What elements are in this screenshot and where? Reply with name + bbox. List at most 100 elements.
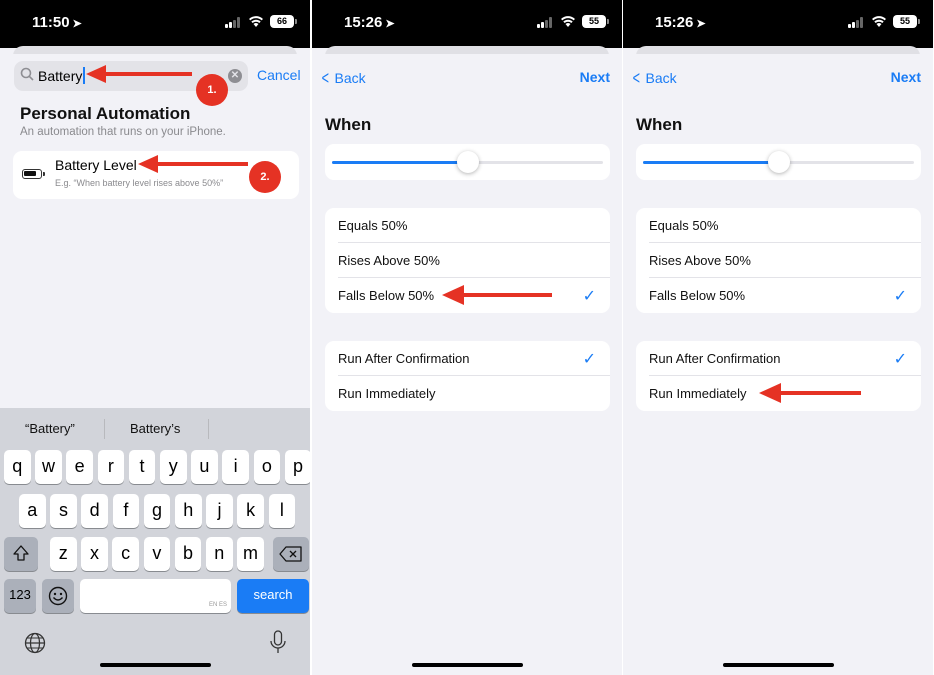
slider-thumb[interactable] [767, 151, 790, 173]
cancel-button[interactable]: Cancel [257, 67, 301, 83]
status-bar: 15:26 ➤ 55 [623, 0, 933, 48]
battery-status: 55 [893, 15, 920, 28]
suggestion-item[interactable]: “Battery” [25, 421, 75, 436]
key-z[interactable]: z [50, 537, 77, 571]
home-indicator [412, 663, 523, 667]
globe-icon[interactable] [24, 632, 46, 654]
wifi-icon [249, 16, 263, 27]
key-w[interactable]: w [35, 450, 62, 484]
key-n[interactable]: n [206, 537, 233, 571]
when-sheet: < Back Next When Equals 50% Rises Above 5… [312, 54, 622, 675]
key-j[interactable]: j [206, 494, 233, 528]
key-g[interactable]: g [143, 494, 171, 528]
location-icon: ➤ [696, 18, 706, 30]
cellular-signal-icon [848, 17, 865, 28]
condition-rises-above[interactable]: Rises Above 50% [636, 243, 921, 278]
condition-falls-below[interactable]: Falls Below 50% ✓ [636, 278, 921, 313]
key-y[interactable]: y [160, 450, 187, 484]
step-badge-1: 1. [196, 74, 228, 106]
key-b[interactable]: b [174, 537, 202, 571]
slider-fill [643, 161, 779, 164]
home-indicator [723, 663, 834, 667]
back-button[interactable]: < Back [631, 68, 677, 89]
key-m[interactable]: m [237, 537, 264, 571]
status-time: 11:50 ➤ [32, 14, 82, 31]
keyboard: “Battery” Battery’s qwertyuiop asdfghjkl z… [0, 408, 310, 675]
wifi-icon [561, 16, 575, 27]
key-a[interactable]: a [19, 494, 46, 528]
search-input: Battery [38, 67, 86, 85]
run-after-confirmation[interactable]: Run After Confirmation ✓ [325, 341, 610, 376]
suggestion-divider [208, 419, 209, 439]
key-u[interactable]: u [191, 450, 218, 484]
shift-key[interactable] [4, 537, 38, 571]
cellular-signal-icon [225, 17, 242, 28]
section-subtitle: An automation that runs on your iPhone. [20, 126, 226, 138]
key-e[interactable]: e [66, 450, 93, 484]
numbers-key[interactable]: 123 [4, 579, 36, 613]
run-immediately[interactable]: Run Immediately [325, 376, 610, 411]
key-l[interactable]: l [268, 494, 296, 528]
space-key[interactable]: EN ES [80, 579, 231, 613]
clear-search-icon[interactable]: ✕ [228, 69, 242, 83]
suggestion-divider [104, 419, 105, 439]
status-bar: 15:26 ➤ 55 [312, 0, 622, 48]
annotation-arrow [442, 285, 552, 305]
key-h[interactable]: h [175, 494, 202, 528]
checkmark-icon: ✓ [893, 351, 907, 368]
when-sheet: < Back Next When Equals 50% Rises Above 5… [623, 54, 933, 675]
status-time: 15:26 ➤ [655, 14, 706, 31]
result-title: Battery Level [55, 157, 137, 173]
key-k[interactable]: k [237, 494, 264, 528]
annotation-arrow-2 [138, 155, 248, 173]
status-bar: 11:50 ➤ 66 [0, 0, 310, 48]
condition-equals[interactable]: Equals 50% [325, 208, 610, 243]
key-c[interactable]: c [112, 537, 139, 571]
battery-level-slider[interactable] [636, 144, 921, 180]
battery-icon [22, 169, 45, 179]
screenshot-search-automation: 11:50 ➤ 66 Battery ✕ Cancel Personal Auto… [0, 0, 310, 675]
key-o[interactable]: o [253, 450, 281, 484]
status-time: 15:26 ➤ [344, 14, 395, 31]
section-title: Personal Automation [20, 104, 191, 123]
key-x[interactable]: x [81, 537, 108, 571]
checkmark-icon: ✓ [582, 351, 596, 368]
condition-rises-above[interactable]: Rises Above 50% [325, 243, 610, 278]
key-r[interactable]: r [97, 450, 125, 484]
chevron-left-icon: < [321, 68, 329, 88]
when-heading: When [325, 115, 372, 134]
run-after-confirmation[interactable]: Run After Confirmation ✓ [636, 341, 921, 376]
chevron-left-icon: < [632, 68, 640, 88]
search-key[interactable]: search [237, 579, 309, 613]
key-v[interactable]: v [143, 537, 171, 571]
key-t[interactable]: t [128, 450, 156, 484]
location-icon: ➤ [385, 18, 395, 30]
slider-thumb[interactable] [456, 151, 479, 173]
screenshot-when-falls-below: 15:26 ➤ 55 < Back Next When Equals 50% Ris… [312, 0, 622, 675]
emoji-icon [48, 586, 68, 606]
emoji-key[interactable] [42, 579, 74, 613]
shift-icon [13, 545, 29, 561]
suggestion-item[interactable]: Battery’s [130, 421, 180, 436]
key-i[interactable]: i [222, 450, 249, 484]
result-subtitle: E.g. “When battery level rises above 50%… [55, 178, 224, 188]
condition-equals[interactable]: Equals 50% [636, 208, 921, 243]
key-d[interactable]: d [81, 494, 108, 528]
back-button[interactable]: < Back [320, 68, 366, 89]
condition-list: Equals 50% Rises Above 50% Falls Below 5… [636, 208, 921, 313]
microphone-icon[interactable] [269, 630, 287, 656]
screenshot-run-immediately: 15:26 ➤ 55 < Back Next When Equals 50% Ris… [623, 0, 933, 675]
cellular-signal-icon [537, 17, 554, 28]
step-badge-2: 2. [249, 161, 281, 193]
delete-icon [279, 546, 302, 562]
battery-level-slider[interactable] [325, 144, 610, 180]
next-button[interactable]: Next [580, 69, 610, 85]
key-p[interactable]: p [284, 450, 310, 484]
run-option-list: Run After Confirmation ✓ Run Immediately [325, 341, 610, 411]
key-q[interactable]: q [4, 450, 31, 484]
key-f[interactable]: f [112, 494, 140, 528]
key-s[interactable]: s [50, 494, 77, 528]
delete-key[interactable] [273, 537, 309, 571]
slider-fill [332, 161, 468, 164]
next-button[interactable]: Next [891, 69, 921, 85]
